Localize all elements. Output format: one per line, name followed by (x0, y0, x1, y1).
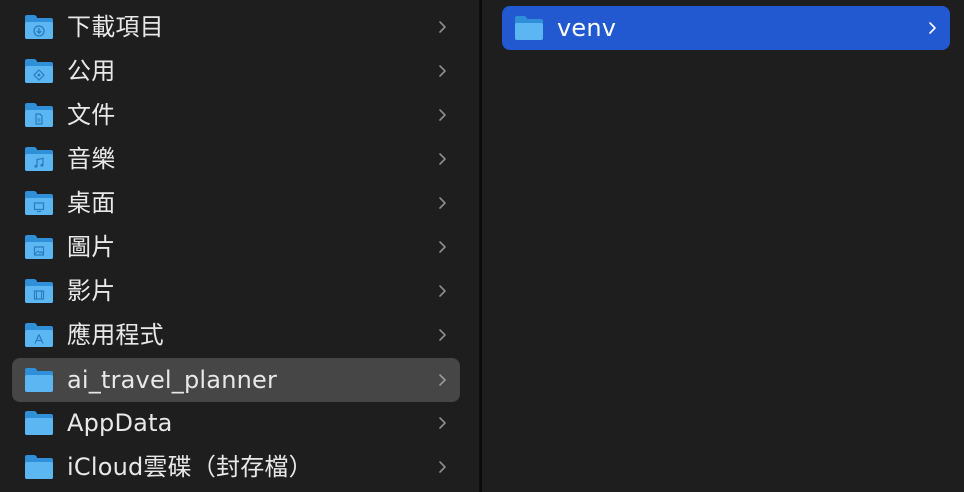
chevron-right-icon (438, 282, 448, 300)
pictures-folder-icon (25, 235, 53, 259)
finder-column-view: 下載項目 公用 文件 音樂 桌面 圖片 影片 應用程式 ai_travel_pl… (0, 0, 964, 492)
list-item-label: 公用 (67, 57, 116, 85)
list-item-ai-travel-planner[interactable]: ai_travel_planner (12, 358, 460, 402)
chevron-right-icon (438, 326, 448, 344)
list-item-label: 音樂 (67, 145, 116, 173)
list-item-label: 應用程式 (67, 321, 164, 349)
public-folder-icon (25, 59, 53, 83)
list-item-downloads[interactable]: 下載項目 (12, 5, 460, 49)
parent-folder-column[interactable]: 下載項目 公用 文件 音樂 桌面 圖片 影片 應用程式 ai_travel_pl… (0, 0, 480, 492)
list-item-label: 桌面 (67, 189, 116, 217)
list-item-music[interactable]: 音樂 (12, 137, 460, 181)
chevron-right-icon (438, 371, 448, 389)
desktop-folder-icon (25, 191, 53, 215)
list-item-label: venv (557, 14, 617, 42)
list-item-public[interactable]: 公用 (12, 49, 460, 93)
folder-icon (25, 368, 53, 392)
folder-icon (25, 411, 53, 435)
list-item-label: 影片 (67, 277, 116, 305)
download-folder-icon (25, 15, 53, 39)
list-item-appdata[interactable]: AppData (12, 401, 460, 445)
list-item-label: 文件 (67, 101, 116, 129)
child-folder-column[interactable]: venv (480, 0, 964, 492)
list-item-desktop[interactable]: 桌面 (12, 181, 460, 225)
chevron-right-icon (438, 194, 448, 212)
list-item-venv[interactable]: venv (502, 6, 950, 50)
list-item-label: iCloud雲碟（封存檔） (67, 453, 313, 481)
folder-icon (515, 16, 543, 40)
list-item-label: 圖片 (67, 233, 116, 261)
applications-folder-icon (25, 323, 53, 347)
documents-folder-icon (25, 103, 53, 127)
list-item-label: ai_travel_planner (67, 366, 278, 394)
list-item-label: 下載項目 (67, 13, 164, 41)
folder-icon (25, 455, 53, 479)
list-item-applications[interactable]: 應用程式 (12, 313, 460, 357)
chevron-right-icon (438, 106, 448, 124)
list-item-movies[interactable]: 影片 (12, 269, 460, 313)
chevron-right-icon (438, 414, 448, 432)
list-item-documents[interactable]: 文件 (12, 93, 460, 137)
chevron-right-icon (438, 62, 448, 80)
list-item-pictures[interactable]: 圖片 (12, 225, 460, 269)
movies-folder-icon (25, 279, 53, 303)
list-item-icloud-archive[interactable]: iCloud雲碟（封存檔） (12, 445, 460, 489)
chevron-right-icon (438, 238, 448, 256)
list-item-label: AppData (67, 409, 173, 437)
chevron-right-icon (928, 19, 938, 37)
chevron-right-icon (438, 458, 448, 476)
chevron-right-icon (438, 150, 448, 168)
music-folder-icon (25, 147, 53, 171)
chevron-right-icon (438, 18, 448, 36)
